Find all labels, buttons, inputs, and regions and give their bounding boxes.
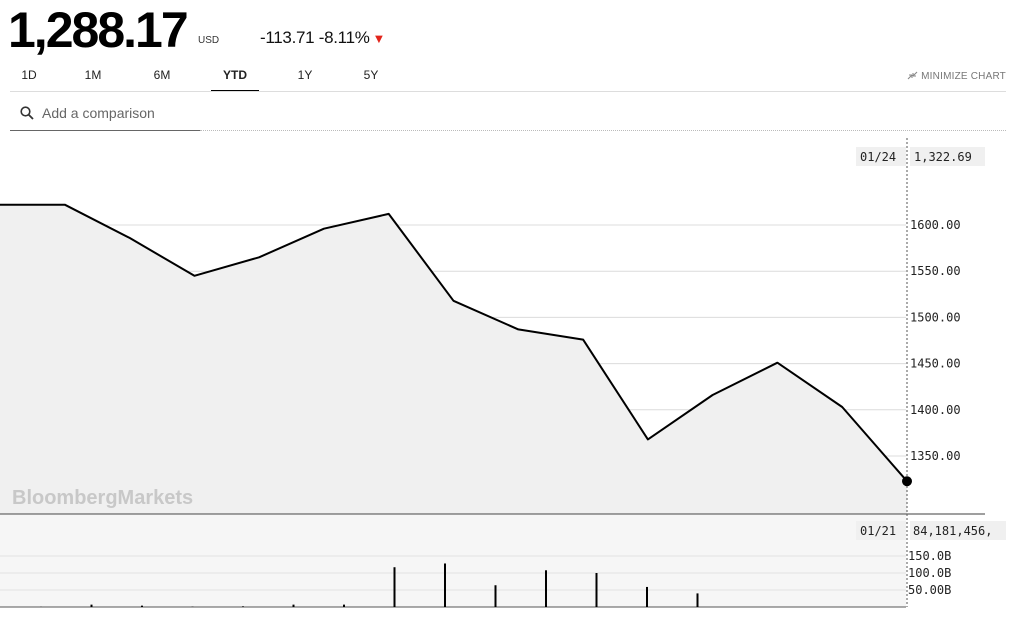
watermark: BloombergMarkets xyxy=(12,487,193,509)
volume-background xyxy=(0,515,906,607)
y-tick-label: 1600.00 xyxy=(910,218,961,232)
price-area xyxy=(0,204,907,514)
volume-value: 84,181,456, xyxy=(913,524,992,538)
volume-tick-label: 150.0B xyxy=(908,549,951,563)
last-price-marker xyxy=(902,476,912,487)
volume-tick-label: 50.00B xyxy=(908,583,951,597)
volume-tick-label: 100.0B xyxy=(908,566,951,580)
price-chart[interactable]: BloombergMarkets 1600.00 1550.00 1500.00 14… xyxy=(0,0,1024,632)
crosshair-date: 01/24 xyxy=(860,150,896,164)
volume-date: 01/21 xyxy=(860,524,896,538)
crosshair-value: 1,322.69 xyxy=(914,150,972,164)
y-tick-label: 1400.00 xyxy=(910,403,961,417)
y-tick-label: 1450.00 xyxy=(910,357,961,371)
y-tick-label: 1500.00 xyxy=(910,310,961,324)
y-tick-label: 1350.00 xyxy=(910,449,961,463)
y-tick-label: 1550.00 xyxy=(910,264,961,278)
